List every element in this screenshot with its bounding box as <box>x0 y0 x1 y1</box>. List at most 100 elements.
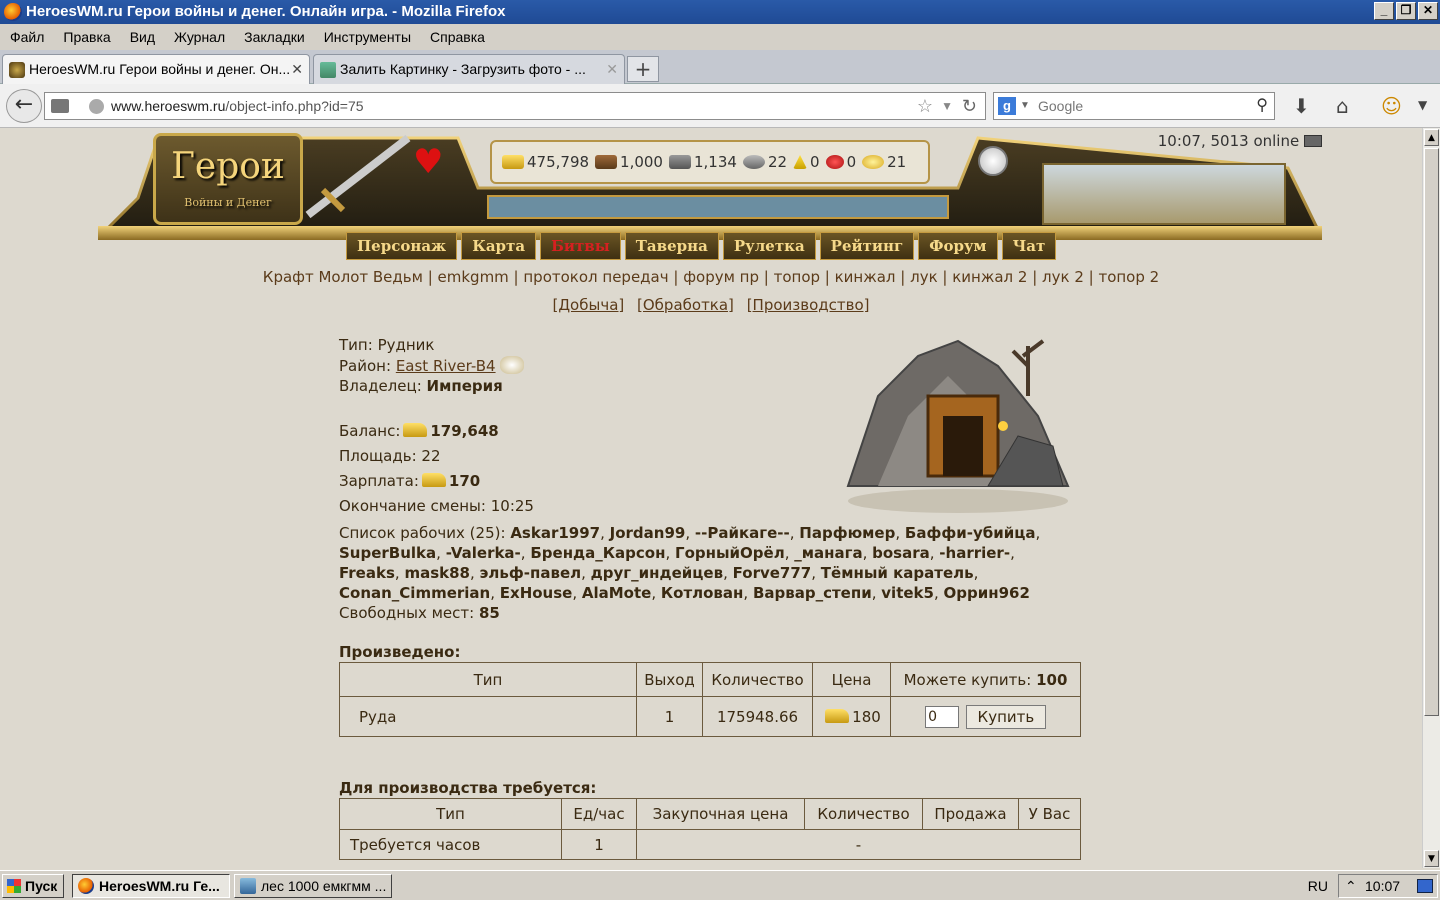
menu-roulette[interactable]: Рулетка <box>722 232 816 260</box>
gold-icon <box>502 155 524 169</box>
menu-tools[interactable]: Инструменты <box>324 29 411 45</box>
worker-name[interactable]: Freaks <box>339 564 395 582</box>
worker-name[interactable]: mask88 <box>404 564 470 582</box>
salary-label: Зарплата: <box>339 472 419 490</box>
worker-name[interactable]: SuperBulka <box>339 544 436 562</box>
region-link[interactable]: East River-B4 <box>396 357 496 375</box>
close-window-button[interactable]: ✕ <box>1418 2 1438 20</box>
bookmark-star-icon[interactable]: ☆ <box>917 93 933 119</box>
google-icon[interactable]: g <box>998 97 1016 115</box>
addon-face-icon[interactable]: ☺ <box>1381 94 1402 118</box>
worker-name[interactable]: Оррин962 <box>944 584 1030 602</box>
library-icon[interactable] <box>51 99 69 113</box>
worker-name[interactable]: vitek5 <box>881 584 934 602</box>
search-engine-dropdown-icon[interactable]: ▼ <box>1020 93 1030 119</box>
home-icon[interactable]: ⌂ <box>1336 94 1349 118</box>
site-identity-icon[interactable] <box>89 99 104 114</box>
buy-button[interactable]: Купить <box>965 704 1046 729</box>
menu-tavern[interactable]: Таверна <box>624 232 719 260</box>
maximize-button[interactable]: ❐ <box>1396 2 1416 20</box>
worker-name[interactable]: Варвар_степи <box>753 584 872 602</box>
scrollbar-thumb[interactable] <box>1424 148 1439 716</box>
menu-chat[interactable]: Чат <box>1001 232 1057 260</box>
tray-expand-icon[interactable]: ⌃ <box>1345 875 1357 897</box>
worker-name[interactable]: Бренда_Карсон <box>530 544 665 562</box>
worker-name[interactable]: bosara <box>872 544 930 562</box>
area-value: 22 <box>421 447 441 465</box>
gold-value: 475,798 <box>527 153 590 171</box>
menu-file[interactable]: Файл <box>10 29 44 45</box>
menu-help[interactable]: Справка <box>430 29 485 45</box>
mail-icon[interactable] <box>1304 135 1322 147</box>
network-icon[interactable] <box>1417 879 1433 893</box>
minimize-button[interactable]: _ <box>1374 2 1394 20</box>
worker-name[interactable]: ExHouse <box>500 584 573 602</box>
worker-name[interactable]: _манага <box>794 544 862 562</box>
url-bar[interactable]: www.heroeswm.ru/object-info.php?id=75 ☆ … <box>44 92 986 120</box>
link-processing[interactable]: [Обработка] <box>637 296 734 314</box>
menu-battles[interactable]: Битвы <box>540 232 621 260</box>
taskbar: Пуск HeroesWM.ru Ге... лес 1000 емкгмм .… <box>0 870 1440 900</box>
menu-forum[interactable]: Форум <box>918 232 998 260</box>
window-title-bar: HeroesWM.ru Герои войны и денег. Онлайн … <box>0 0 1440 24</box>
object-sublinks: [Добыча] [Обработка] [Производство] <box>0 296 1422 314</box>
menu-dropdown-icon[interactable]: ▼ <box>1418 98 1427 112</box>
worker-name[interactable]: Баффи-убийца <box>905 524 1036 542</box>
worker-name[interactable]: Conan_Cimmerian <box>339 584 490 602</box>
language-indicator[interactable]: RU <box>1308 878 1328 894</box>
price-value: 180 <box>852 707 881 726</box>
can-buy-value: 100 <box>1036 670 1068 689</box>
worker-name[interactable]: эльф-павел <box>480 564 582 582</box>
worker-name[interactable]: AlaMote <box>582 584 651 602</box>
downloads-icon[interactable]: ⬇ <box>1293 94 1310 118</box>
resource-gold: 475,798 <box>502 153 589 171</box>
worker-name[interactable]: друг_индейцев <box>591 564 723 582</box>
menu-history[interactable]: Журнал <box>174 29 225 45</box>
menu-edit[interactable]: Правка <box>63 29 110 45</box>
link-production[interactable]: [Производство] <box>747 296 870 314</box>
tab-close-icon[interactable]: ✕ <box>606 55 618 83</box>
taskbar-item-paint[interactable]: лес 1000 емкгмм ... <box>234 874 392 898</box>
quick-links[interactable]: Крафт Молот Ведьм | emkgmm | протокол пе… <box>0 268 1422 286</box>
url-dropdown-icon[interactable]: ▼ <box>941 93 953 119</box>
online-status: 10:07, 5013 online <box>1158 132 1322 150</box>
paint-icon <box>240 878 256 894</box>
worker-name[interactable]: -Valerka- <box>446 544 521 562</box>
menu-character[interactable]: Персонаж <box>346 232 458 260</box>
menu-view[interactable]: Вид <box>130 29 155 45</box>
buy-quantity-input[interactable]: 0 <box>925 705 960 728</box>
back-button[interactable]: ← <box>6 89 42 123</box>
scroll-down-icon[interactable]: ▼ <box>1424 850 1439 867</box>
menu-map[interactable]: Карта <box>461 232 537 260</box>
worker-name[interactable]: Тёмный каратель <box>821 564 974 582</box>
worker-name[interactable]: Forve777 <box>733 564 812 582</box>
flask-icon[interactable] <box>978 146 1008 176</box>
menu-bookmarks[interactable]: Закладки <box>244 29 305 45</box>
worker-name[interactable]: ГорныйОрёл <box>675 544 785 562</box>
start-button[interactable]: Пуск <box>2 874 64 898</box>
resource-mercury: 22 <box>742 153 787 171</box>
col-can-buy: Можете купить: 100 <box>890 662 1081 697</box>
vertical-scrollbar[interactable]: ▲ ▼ <box>1422 128 1440 868</box>
reload-icon[interactable]: ↻ <box>962 93 977 119</box>
resource-ore: 1,134 <box>668 153 737 171</box>
taskbar-item-firefox[interactable]: HeroesWM.ru Ге... <box>72 874 230 898</box>
game-logo[interactable]: Герои Войны и Денег <box>153 133 303 225</box>
worker-name[interactable]: Парфюмер <box>799 524 895 542</box>
tab-close-icon[interactable]: ✕ <box>291 55 303 83</box>
worker-name[interactable]: Jordan99 <box>610 524 686 542</box>
link-extraction[interactable]: [Добыча] <box>552 296 624 314</box>
new-tab-button[interactable]: + <box>627 56 659 82</box>
worker-name[interactable]: Askar1997 <box>510 524 600 542</box>
menu-rating[interactable]: Рейтинг <box>819 232 915 260</box>
worker-name[interactable]: Котлован <box>661 584 744 602</box>
scroll-up-icon[interactable]: ▲ <box>1424 129 1439 146</box>
tab-upload-image[interactable]: Залить Картинку - Загрузить фото - ... ✕ <box>313 54 625 84</box>
salary-value: 170 <box>448 472 481 490</box>
search-input[interactable]: g ▼ Google ⚲ <box>993 92 1275 120</box>
search-icon[interactable]: ⚲ <box>1256 93 1268 119</box>
worker-name[interactable]: -harrier- <box>939 544 1010 562</box>
tab-heroeswm[interactable]: HeroesWM.ru Герои войны и денег. Он... ✕ <box>2 54 310 84</box>
worker-name[interactable]: --Райкаге-- <box>695 524 790 542</box>
mercury-icon <box>742 155 765 169</box>
